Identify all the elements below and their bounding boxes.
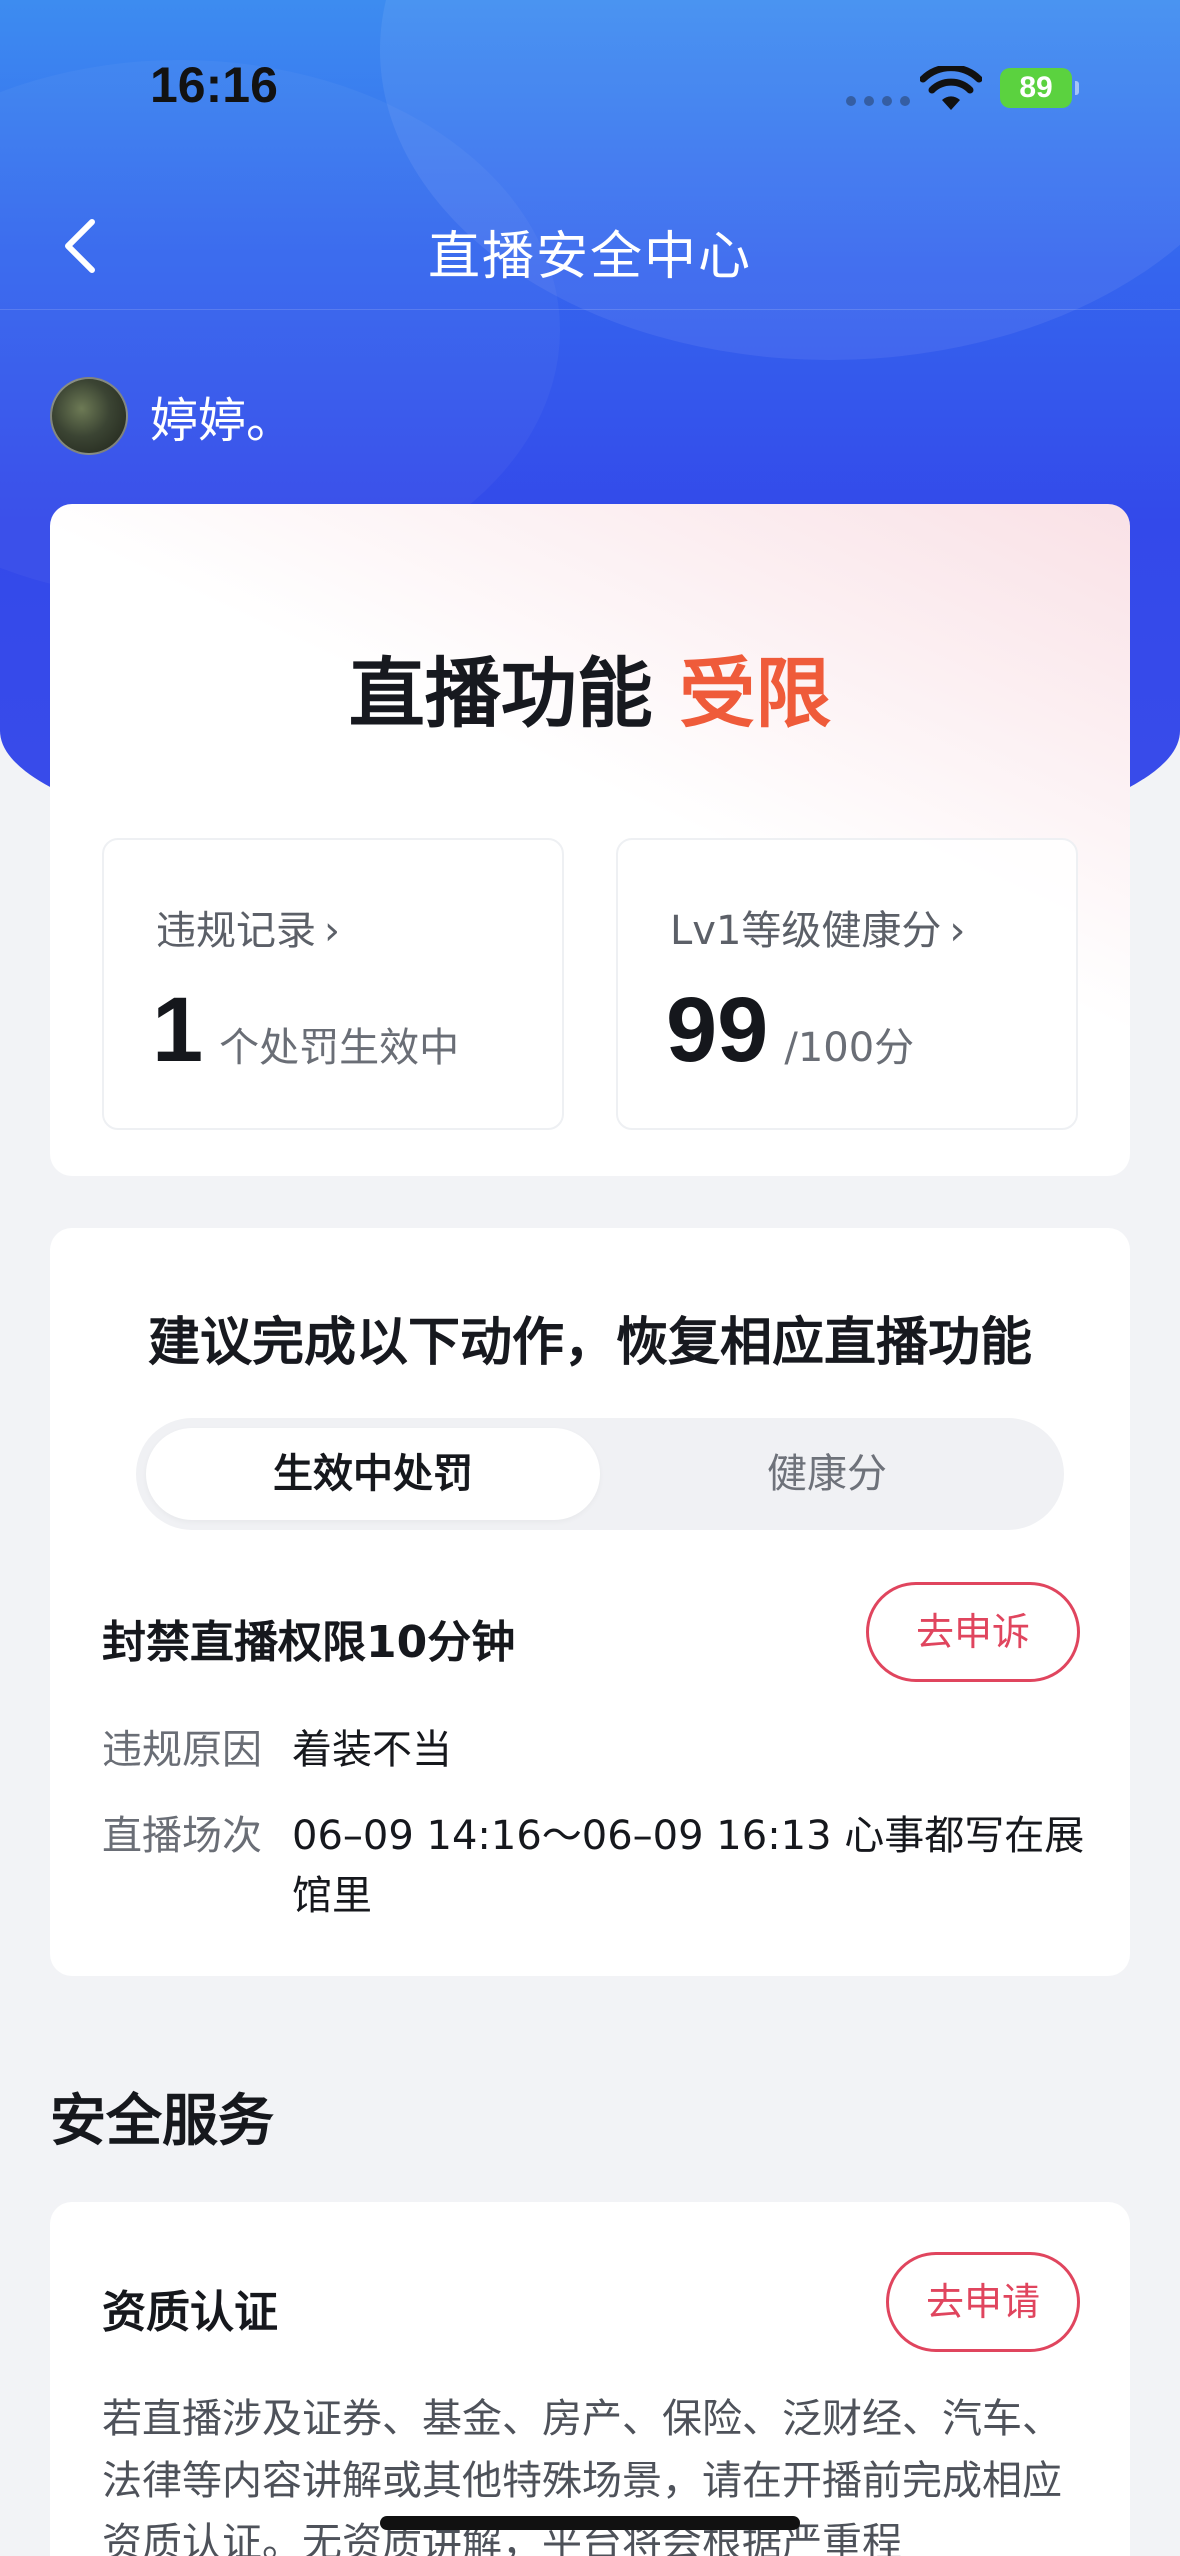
page-title: 直播安全中心 [427,227,752,287]
safety-services-title: 安全服务 [50,2089,274,2154]
cellular-signal-icon [846,96,910,106]
recovery-actions-card: 建议完成以下动作，恢复相应直播功能 生效中处罚 健康分 封禁直播权限10分钟 去… [50,1228,1130,1976]
status-time: 16:16 [150,57,278,113]
apply-button[interactable]: 去申请 [886,2252,1080,2352]
violation-count: 1 [152,979,204,1081]
live-session-value: 06–09 14:16～06–09 16:13 心事都写在展馆里 [292,1813,1085,1919]
live-status-heading: 直播功能 受限 [50,632,1130,742]
status-bar: 16:16 89 [0,0,1180,170]
user-name: 婷婷。 [150,393,295,449]
violation-reason-value: 着装不当 [292,1727,452,1773]
health-score-box[interactable]: Lv1等级健康分 › 99 /100分 [616,838,1078,1130]
live-status-restricted: 受限 [679,649,832,738]
qualification-description: 若直播涉及证券、基金、房产、保险、泛财经、汽车、法律等内容讲解或其他特殊场景，请… [102,2396,1062,2556]
battery-level: 89 [1019,71,1053,104]
tab-health-score[interactable]: 健康分 [600,1428,1054,1520]
qualification-title: 资质认证 [102,2287,278,2338]
violation-records-label: 违规记录 [156,908,316,954]
violation-reason-key: 违规原因 [102,1727,262,1773]
nav-bar: 直播安全中心 [0,180,1180,310]
user-row: 婷婷。 [50,376,294,456]
home-indicator[interactable] [380,2516,800,2530]
violation-reason-row: 违规原因 着装不当 [102,1720,1092,1780]
live-session-key: 直播场次 [102,1813,262,1859]
violation-count-unit: 个处罚生效中 [219,1025,460,1071]
health-score-value: 99 [666,979,769,1081]
tab-switcher: 生效中处罚 健康分 [136,1418,1064,1530]
live-session-row: 直播场次 06–09 14:16～06–09 16:13 心事都写在展馆里 [102,1806,1092,1926]
violation-records-label-row: 违规记录 › [156,898,340,956]
violation-records-box[interactable]: 违规记录 › 1 个处罚生效中 [102,838,564,1130]
health-score-label-row: Lv1等级健康分 › [670,898,965,956]
battery-icon: 89 [1000,68,1079,108]
health-score-label: Lv1等级健康分 [670,908,942,954]
live-status-card: 直播功能 受限 违规记录 › 1 个处罚生效中 Lv1等级健康分 › 99 /100… [50,504,1130,1176]
appeal-button[interactable]: 去申诉 [866,1582,1080,1682]
live-status-prefix: 直播功能 [348,649,653,738]
avatar[interactable] [50,377,128,455]
penalty-title: 封禁直播权限10分钟 [102,1617,516,1668]
violation-count-row: 1 个处罚生效中 [152,978,459,1083]
health-score-row: 99 /100分 [666,978,914,1083]
chevron-right-icon: › [949,908,966,954]
health-score-unit: /100分 [784,1025,915,1071]
recovery-actions-title: 建议完成以下动作，恢复相应直播功能 [147,1313,1032,1373]
qualification-card: 资质认证 去申请 若直播涉及证券、基金、房产、保险、泛财经、汽车、法律等内容讲解… [50,2202,1130,2556]
tab-active-penalties[interactable]: 生效中处罚 [146,1428,600,1520]
chevron-right-icon: › [324,908,340,954]
wifi-icon [920,66,982,110]
